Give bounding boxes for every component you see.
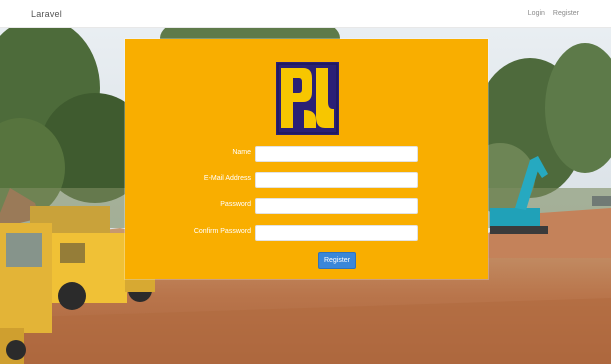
confirm-password-label: Confirm Password (193, 228, 251, 235)
register-panel: Name E-Mail Address Password Confirm Pas… (125, 39, 488, 279)
confirm-password-input[interactable] (255, 225, 418, 241)
confirm-password-row: Confirm Password (125, 225, 488, 241)
password-input[interactable] (255, 198, 418, 214)
email-label: E-Mail Address (203, 175, 251, 182)
brand-link[interactable]: Laravel (31, 9, 62, 19)
navbar: Laravel Login Register (0, 0, 611, 28)
login-link[interactable]: Login (528, 10, 545, 17)
register-link[interactable]: Register (553, 10, 579, 17)
name-label: Name (232, 149, 251, 156)
nav-links: Login Register (528, 10, 579, 17)
password-row: Password (125, 198, 488, 214)
password-label: Password (220, 201, 251, 208)
name-input[interactable] (255, 146, 418, 162)
name-row: Name (125, 146, 488, 162)
email-input[interactable] (255, 172, 418, 188)
register-button[interactable]: Register (318, 252, 356, 269)
pupr-logo-icon (276, 62, 339, 135)
email-row: E-Mail Address (125, 172, 488, 188)
